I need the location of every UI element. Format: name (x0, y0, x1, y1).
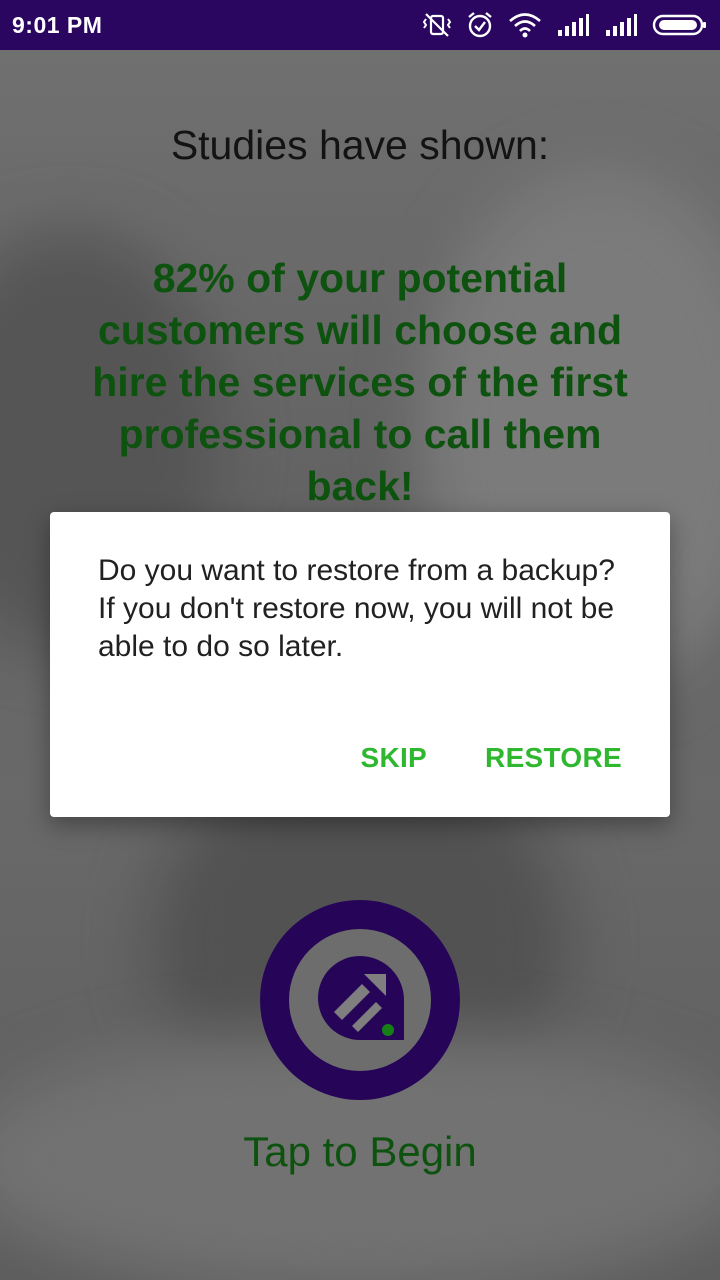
skip-button[interactable]: SKIP (360, 742, 427, 774)
signal-icon (558, 14, 589, 36)
alarm-icon (468, 12, 492, 38)
wifi-icon (509, 13, 541, 38)
dialog-actions: SKIP RESTORE (360, 742, 622, 774)
restore-button[interactable]: RESTORE (485, 742, 622, 774)
restore-backup-dialog: Do you want to restore from a backup? If… (50, 512, 670, 817)
battery-icon (652, 14, 706, 36)
status-time: 9:01 PM (12, 11, 103, 38)
signal-icon (606, 14, 637, 36)
status-icons (422, 11, 708, 39)
vibrate-off-icon (422, 13, 452, 37)
dialog-message: Do you want to restore from a backup? If… (98, 552, 638, 666)
dialog-message-line: Do you want to restore from a backup? (98, 554, 615, 587)
dialog-message-line: If you don't restore now, you will not b… (98, 592, 615, 663)
status-bar: 9:01 PM (0, 0, 720, 50)
